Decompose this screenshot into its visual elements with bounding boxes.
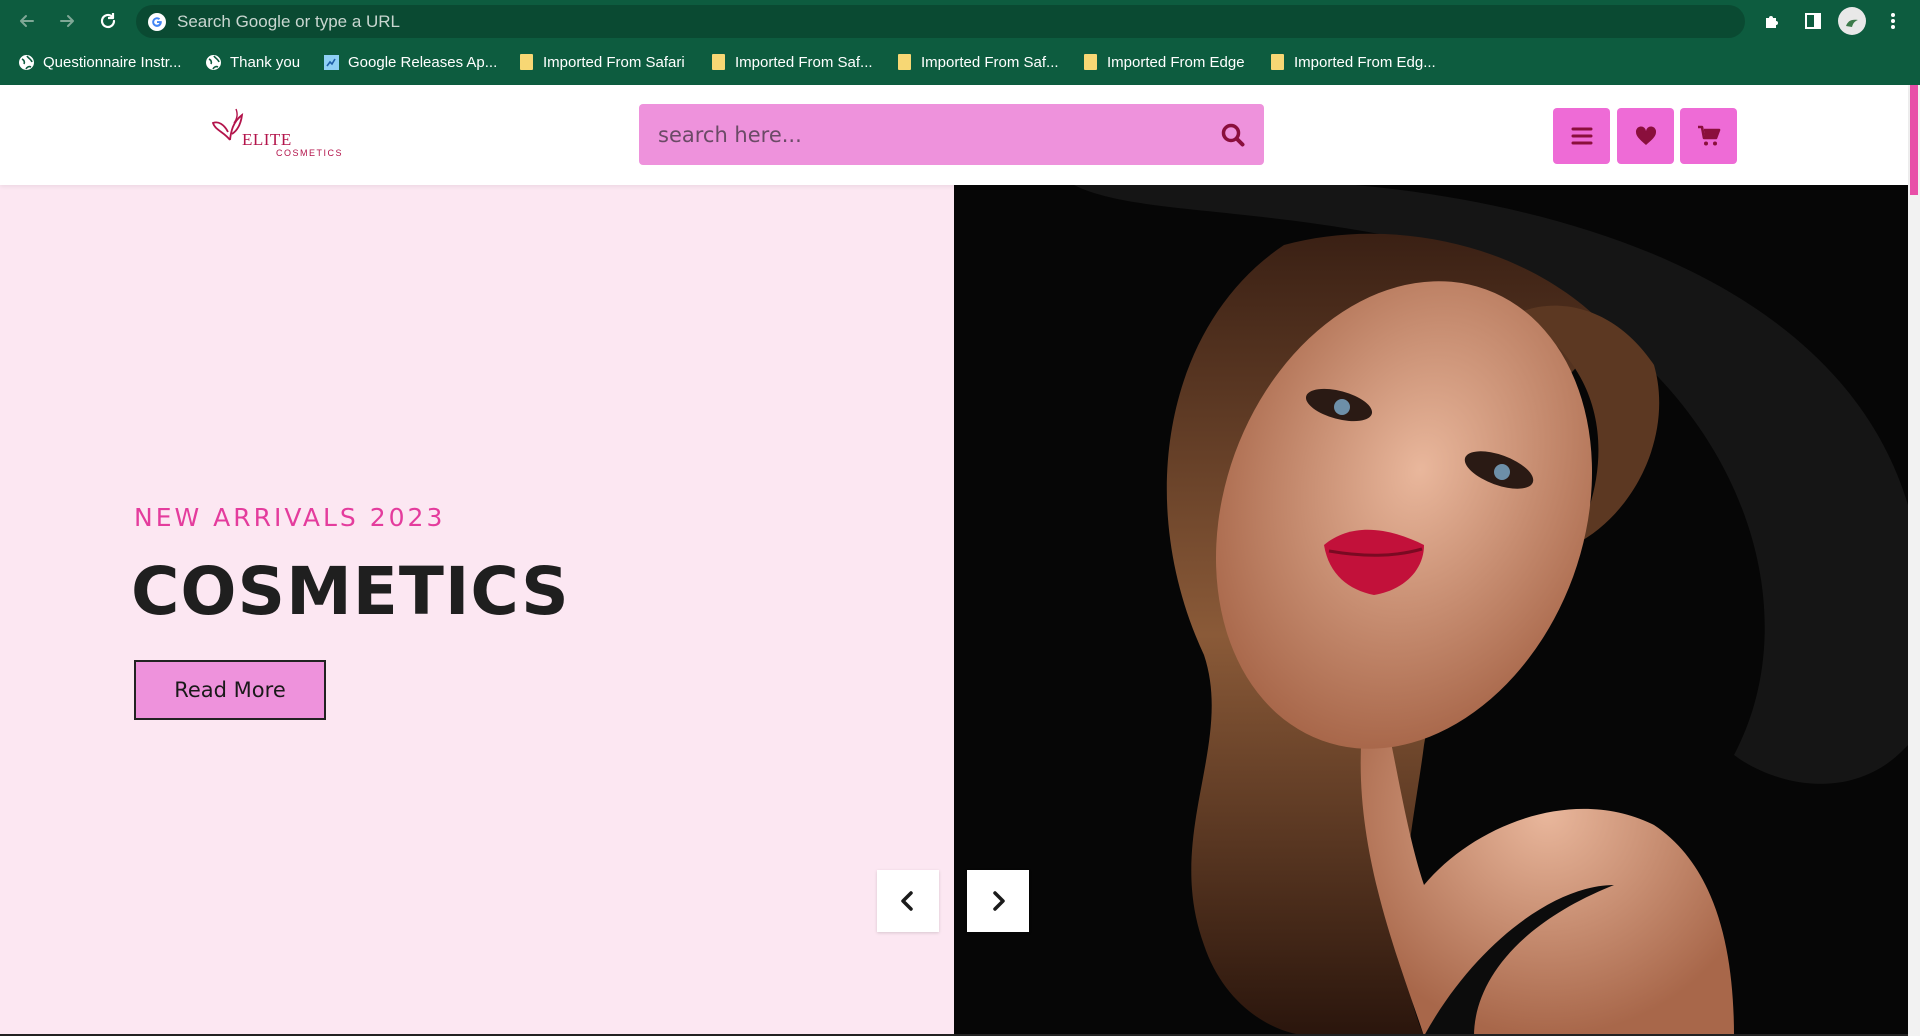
folder-icon xyxy=(710,54,727,71)
hero-image xyxy=(954,185,1908,1036)
search-form xyxy=(639,104,1264,165)
folder-icon xyxy=(518,54,535,71)
arrow-left-icon xyxy=(20,15,34,27)
chevron-left-icon xyxy=(901,891,913,911)
google-g-icon xyxy=(148,13,166,31)
bookmark-label: Imported From Edg... xyxy=(1294,53,1436,71)
search-icon xyxy=(1221,123,1245,147)
bookmark-item[interactable]: Thank you xyxy=(205,52,300,72)
bookmark-folder[interactable]: Imported From Saf... xyxy=(710,52,873,72)
omnibox-placeholder: Search Google or type a URL xyxy=(177,12,401,31)
scrollbar-thumb[interactable] xyxy=(1910,85,1918,195)
bookmark-folder[interactable]: Imported From Safari xyxy=(518,52,685,72)
slide-prev-button[interactable] xyxy=(877,870,939,932)
site-logo[interactable]: ELITE COSMETICS xyxy=(212,106,342,161)
search-button[interactable] xyxy=(1218,120,1248,150)
folder-icon xyxy=(1269,54,1286,71)
reload-button[interactable] xyxy=(93,6,123,36)
logo-tagline: COSMETICS xyxy=(276,148,344,158)
kebab-menu-icon xyxy=(1891,13,1895,29)
search-input[interactable] xyxy=(639,104,1199,165)
bookmark-label: Thank you xyxy=(230,53,301,71)
bookmark-item[interactable]: Questionnaire Instr... xyxy=(18,52,181,72)
arrow-right-icon xyxy=(60,15,74,27)
menu-button[interactable] xyxy=(1553,108,1610,164)
profile-avatar xyxy=(1838,7,1866,35)
forward-button[interactable] xyxy=(52,6,82,36)
globe-icon xyxy=(205,54,222,71)
browser-menu-button[interactable] xyxy=(1880,8,1906,34)
slide-next-button[interactable] xyxy=(967,870,1029,932)
page-icon xyxy=(323,54,340,71)
model-portrait-illustration xyxy=(954,185,1908,1036)
hero-subtitle: NEW ARRIVALS 2023 xyxy=(134,503,446,532)
cart-button[interactable] xyxy=(1680,108,1737,164)
reload-icon xyxy=(100,13,116,29)
logo-wordmark: ELITE xyxy=(242,130,292,149)
bookmark-label: Imported From Saf... xyxy=(735,53,873,71)
folder-icon xyxy=(896,54,913,71)
address-bar[interactable]: Search Google or type a URL xyxy=(136,5,1745,38)
bookmark-label: Imported From Safari xyxy=(543,53,685,71)
puzzle-icon xyxy=(1766,16,1778,28)
chevron-right-icon xyxy=(993,891,1005,911)
bookmark-folder[interactable]: Imported From Edg... xyxy=(1269,52,1436,72)
read-more-button[interactable]: Read More xyxy=(134,660,326,720)
site-header: ELITE COSMETICS xyxy=(0,85,1908,185)
browser-chrome: Search Google or type a URL Questionnair… xyxy=(0,0,1920,85)
back-button[interactable] xyxy=(12,6,42,36)
bookmark-item[interactable]: Google Releases Ap... xyxy=(323,52,497,72)
bookmark-label: Imported From Edge xyxy=(1107,53,1245,71)
bookmark-label: Google Releases Ap... xyxy=(348,53,498,71)
folder-icon xyxy=(1082,54,1099,71)
profile-button[interactable] xyxy=(1838,7,1866,35)
bookmark-label: Imported From Saf... xyxy=(921,53,1059,71)
side-panel-icon xyxy=(1805,13,1821,29)
side-panel-button[interactable] xyxy=(1800,8,1826,34)
bookmarks-bar: Questionnaire Instr... Thank you Google … xyxy=(0,44,1920,78)
bookmark-folder[interactable]: Imported From Saf... xyxy=(896,52,1059,72)
globe-icon xyxy=(18,54,35,71)
wishlist-button[interactable] xyxy=(1617,108,1674,164)
hero-text-panel: NEW ARRIVALS 2023 COSMETICS Read More xyxy=(0,185,954,1036)
menu-icon xyxy=(1571,127,1592,145)
extensions-button[interactable] xyxy=(1760,8,1786,34)
bookmark-label: Questionnaire Instr... xyxy=(43,53,182,71)
hero-title: COSMETICS xyxy=(131,553,570,630)
page-scrollbar[interactable] xyxy=(1908,85,1920,1036)
heart-icon xyxy=(1635,126,1656,145)
cart-icon xyxy=(1697,125,1720,146)
bookmark-folder[interactable]: Imported From Edge xyxy=(1082,52,1245,72)
